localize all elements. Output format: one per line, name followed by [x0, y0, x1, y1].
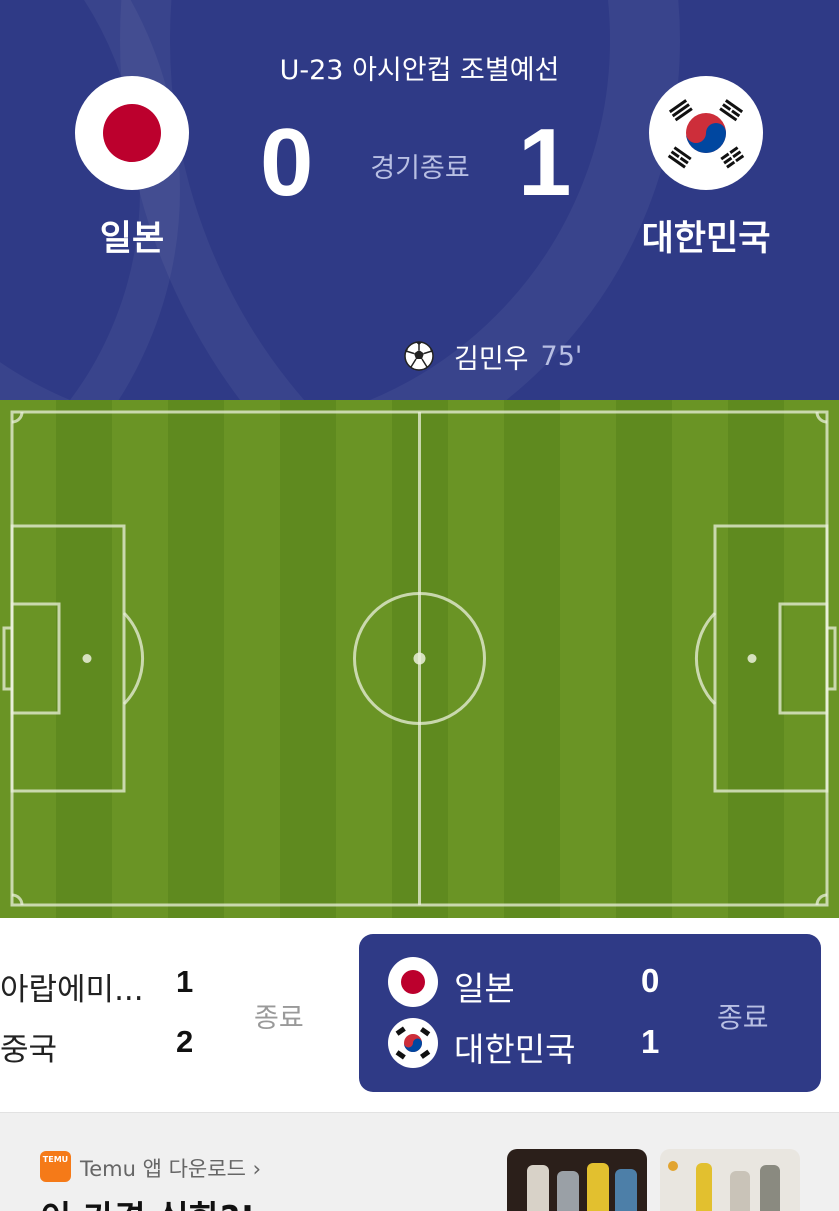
goal-minute: 75' [540, 340, 583, 372]
japan-flag-icon [75, 76, 189, 190]
ad-product-image-2[interactable] [660, 1149, 800, 1211]
home-team[interactable]: 일본 [22, 76, 242, 261]
prev-match-status: 종료 [254, 1003, 304, 1034]
match-list: 아랍에미... 1 중국 2 종료 일본 0 대한민국 1 종료 [0, 918, 839, 1112]
soccer-ball-icon [404, 341, 434, 371]
goal-scorer-name: 김민우 [454, 343, 529, 375]
home-team-name: 일본 [99, 219, 165, 259]
ad-headline: 이 가격 실화?! [40, 1191, 255, 1211]
away-team[interactable]: 대한민국 [596, 76, 816, 261]
ad-download-link[interactable]: Temu 앱 다운로드 › [80, 1153, 261, 1183]
match-status: 경기종료 [370, 153, 470, 184]
prev-team-1-score: 1 [176, 964, 194, 999]
current-match-card[interactable]: 일본 0 대한민국 1 종료 [359, 934, 821, 1092]
prev-team-2-name: 중국 [0, 1032, 58, 1068]
prev-team-1-name: 아랍에미... [0, 972, 144, 1008]
korea-flag-icon [649, 76, 763, 190]
korea-flag-icon [388, 1018, 438, 1068]
cur-team-2-name: 대한민국 [454, 1030, 576, 1069]
match-header: U-23 아시안컵 조별예선 일본 0 경기종료 1 대한민국 김민우 75' [0, 0, 839, 400]
home-score: 0 [260, 109, 314, 216]
away-team-name: 대한민국 [641, 219, 771, 259]
temu-logo-icon: TEMU [40, 1151, 71, 1182]
cur-team-1-score: 0 [641, 962, 660, 999]
goal-event: 김민우 75' [404, 336, 582, 376]
cur-team-2-score: 1 [641, 1023, 660, 1060]
temu-ad-banner[interactable]: TEMU Temu 앱 다운로드 › 이 가격 실화?! [0, 1112, 839, 1211]
away-score: 1 [518, 109, 572, 216]
ad-product-image-1[interactable] [507, 1149, 647, 1211]
prev-team-2-score: 2 [176, 1024, 194, 1059]
soccer-pitch [0, 400, 839, 918]
cur-team-1-name: 일본 [454, 969, 515, 1008]
temu-logo-text: TEMU [42, 1155, 69, 1164]
japan-flag-icon [388, 957, 438, 1007]
cur-match-status: 종료 [717, 1001, 769, 1034]
